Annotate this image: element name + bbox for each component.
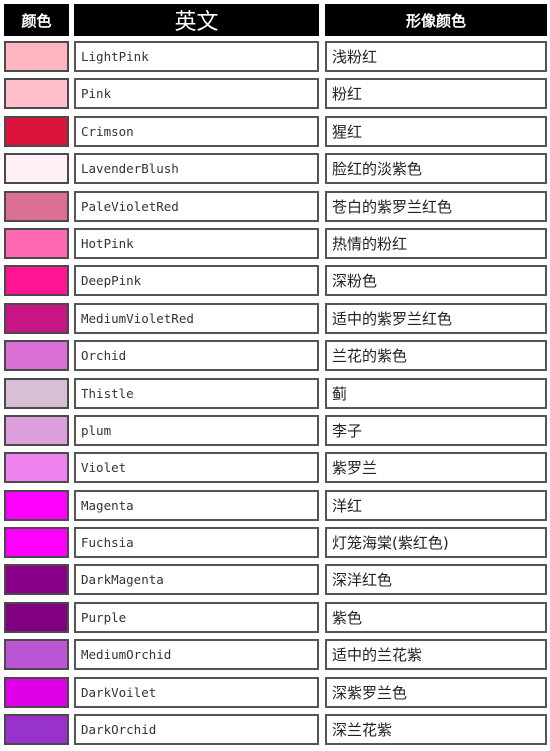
color-swatch [4,227,69,259]
color-swatch [4,414,69,446]
color-swatch [4,78,69,110]
english-name: Magenta [74,489,319,521]
english-name: HotPink [74,227,319,259]
color-swatch [4,714,69,746]
table-row: PaleVioletRed 苍白的紫罗兰红色 [4,190,547,222]
table-row: Purple 紫色 [4,601,547,633]
chinese-name: 洋红 [325,489,547,521]
chinese-name: 粉红 [325,78,547,110]
english-name: Thistle [74,377,319,409]
chinese-name: 李子 [325,414,547,446]
table-row: DarkOrchid 深兰花紫 [4,714,547,746]
table-row: DarkVoilet 深紫罗兰色 [4,676,547,708]
table-row: Fuchsia 灯笼海棠(紫红色) [4,527,547,559]
chinese-name: 适中的紫罗兰红色 [325,302,547,334]
header-chinese: 形像颜色 [325,4,547,36]
chinese-name: 热情的粉红 [325,227,547,259]
english-name: Purple [74,601,319,633]
color-swatch [4,340,69,372]
table-row: DarkMagenta 深洋红色 [4,564,547,596]
color-swatch [4,527,69,559]
chinese-name: 猩红 [325,115,547,147]
color-swatch [4,639,69,671]
table-row: plum 李子 [4,414,547,446]
color-swatch [4,601,69,633]
chinese-name: 兰花的紫色 [325,340,547,372]
chinese-name: 浅粉红 [325,41,547,72]
table-row: Magenta 洋红 [4,489,547,521]
color-swatch [4,190,69,222]
english-name: Pink [74,78,319,110]
color-swatch [4,377,69,409]
chinese-name: 紫罗兰 [325,452,547,484]
chinese-name: 脸红的淡紫色 [325,153,547,185]
english-name: Crimson [74,115,319,147]
color-swatch [4,489,69,521]
table-row: Thistle 蓟 [4,377,547,409]
color-swatch [4,41,69,72]
color-swatch [4,115,69,147]
chinese-name: 灯笼海棠(紫红色) [325,527,547,559]
table-row: Crimson 猩红 [4,115,547,147]
table-body: LightPink 浅粉红 Pink 粉红 Crimson 猩红 LavenderBlush… [4,41,547,746]
color-swatch [4,153,69,185]
english-name: LavenderBlush [74,153,319,185]
color-swatch [4,564,69,596]
color-table: 颜色 英文 形像颜色 LightPink 浅粉红 Pink 粉红 Crimson 猩红 La… [4,4,547,751]
english-name: Orchid [74,340,319,372]
table-row: HotPink 热情的粉红 [4,227,547,259]
color-swatch [4,302,69,334]
table-row: Orchid 兰花的紫色 [4,340,547,372]
header-color: 颜色 [4,4,69,36]
table-row: Pink 粉红 [4,78,547,110]
chinese-name: 深紫罗兰色 [325,676,547,708]
chinese-name: 蓟 [325,377,547,409]
table-row: LightPink 浅粉红 [4,41,547,72]
english-name: DarkOrchid [74,714,319,746]
color-swatch [4,452,69,484]
english-name: Fuchsia [74,527,319,559]
chinese-name: 深兰花紫 [325,714,547,746]
header-english: 英文 [74,4,319,36]
chinese-name: 深洋红色 [325,564,547,596]
color-swatch [4,676,69,708]
header-row: 颜色 英文 形像颜色 [4,4,547,36]
table-row: LavenderBlush 脸红的淡紫色 [4,153,547,185]
table-row: MediumOrchid 适中的兰花紫 [4,639,547,671]
english-name: DeepPink [74,265,319,297]
table-row: Violet 紫罗兰 [4,452,547,484]
english-name: PaleVioletRed [74,190,319,222]
chinese-name: 深粉色 [325,265,547,297]
english-name: LightPink [74,41,319,72]
table-row: DeepPink 深粉色 [4,265,547,297]
english-name: DarkVoilet [74,676,319,708]
table-row: MediumVioletRed 适中的紫罗兰红色 [4,302,547,334]
english-name: MediumVioletRed [74,302,319,334]
color-swatch [4,265,69,297]
english-name: DarkMagenta [74,564,319,596]
chinese-name: 适中的兰花紫 [325,639,547,671]
chinese-name: 紫色 [325,601,547,633]
chinese-name: 苍白的紫罗兰红色 [325,190,547,222]
english-name: Violet [74,452,319,484]
english-name: MediumOrchid [74,639,319,671]
english-name: plum [74,414,319,446]
